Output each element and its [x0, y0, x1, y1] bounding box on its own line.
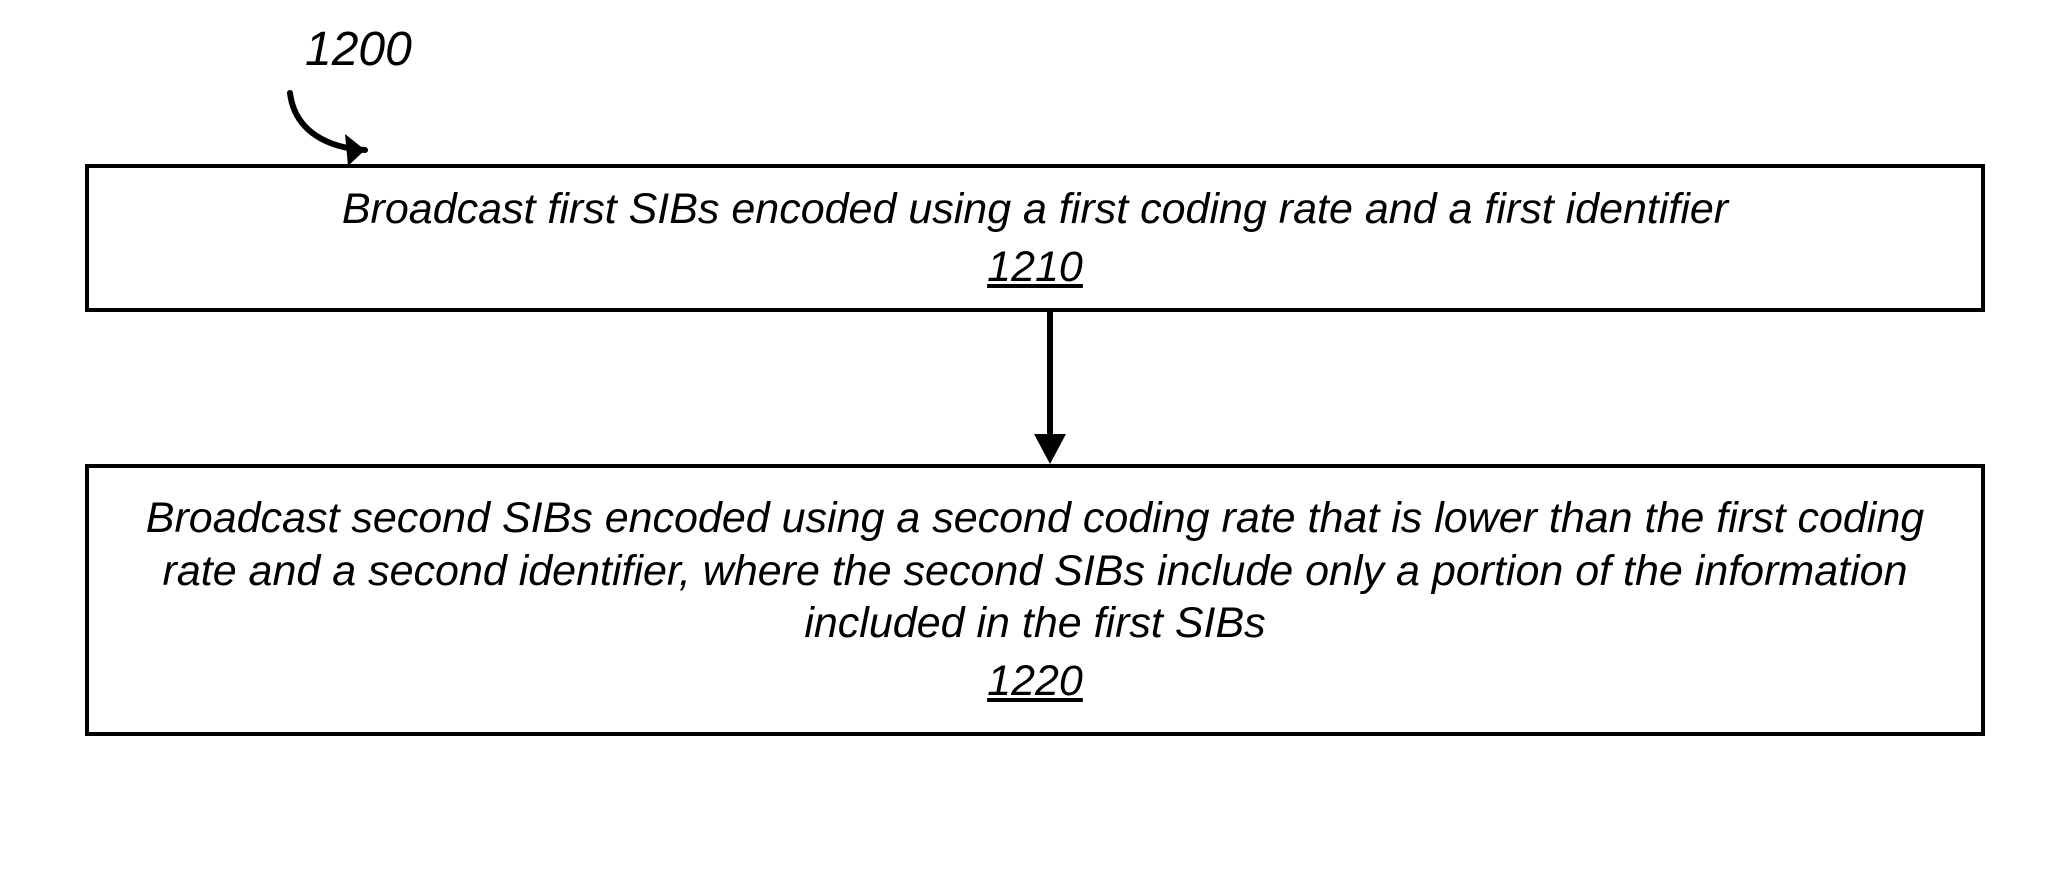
figure-reference-number: 1200: [305, 22, 412, 77]
flow-arrow-down-icon: [1020, 312, 1080, 467]
flowchart-canvas: 1200 Broadcast first SIBs encoded using …: [0, 0, 2065, 875]
flow-step-2: Broadcast second SIBs encoded using a se…: [85, 464, 1985, 736]
flow-step-2-number: 1220: [987, 655, 1083, 707]
flow-step-1-number: 1210: [987, 241, 1083, 293]
flow-step-1: Broadcast first SIBs encoded using a fir…: [85, 164, 1985, 312]
flow-step-1-text: Broadcast first SIBs encoded using a fir…: [342, 183, 1728, 235]
flow-step-2-text: Broadcast second SIBs encoded using a se…: [129, 492, 1941, 649]
